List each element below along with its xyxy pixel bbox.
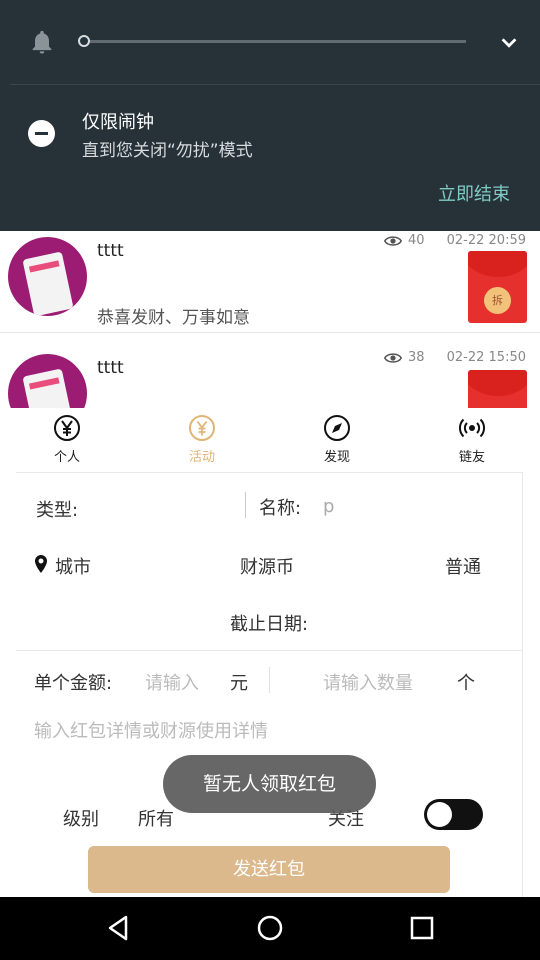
do-not-disturb-icon (28, 120, 55, 147)
feed-card[interactable]: tttt 40 02-22 20:59 恭喜发财、万事如意 拆 (0, 231, 540, 333)
notification-shade: 仅限闹钟 直到您关闭“勿扰”模式 立即结束 (0, 0, 540, 231)
post-message: 恭喜发财、万事如意 (97, 308, 250, 328)
tab-personal[interactable]: 个人 (27, 414, 107, 465)
toast-message: 暂无人领取红包 (163, 755, 376, 813)
dnd-title: 仅限闹钟 (82, 112, 154, 133)
post-time: 02-22 15:50 (446, 350, 526, 365)
broadcast-icon (459, 418, 485, 438)
send-red-packet-button[interactable]: 发送红包 (88, 846, 450, 893)
tab-activity[interactable]: 活动 (162, 414, 242, 465)
chevron-down-icon[interactable] (498, 32, 520, 54)
system-nav-bar (0, 897, 540, 960)
name-label: 名称: (259, 498, 302, 519)
user-name: tttt (97, 241, 124, 261)
type-label: 类型: (36, 500, 79, 521)
eye-icon (384, 235, 402, 246)
tab-label: 链友 (458, 450, 485, 465)
toggle-knob (427, 802, 452, 827)
name-input[interactable]: p (323, 496, 334, 517)
red-packet-icon[interactable]: 拆 (468, 251, 527, 323)
volume-slider-knob[interactable] (78, 35, 90, 47)
back-icon[interactable] (102, 912, 134, 944)
volume-slider-track[interactable] (84, 40, 466, 43)
detail-input[interactable]: 输入红包详情或财源使用详情 (34, 717, 268, 743)
yen-coin-icon (54, 415, 80, 441)
yen-circle-icon (189, 415, 215, 441)
amount-label: 单个金额: (34, 673, 113, 694)
city-selector[interactable]: 城市 (55, 553, 91, 579)
deadline-field[interactable]: 截止日期: (230, 610, 308, 636)
amount-input[interactable]: 请输入 (145, 669, 199, 695)
tab-bar: 个人 活动 发现 链友 (0, 408, 540, 473)
level-selector[interactable]: 所有 (138, 805, 174, 831)
tab-label: 发现 (323, 450, 350, 465)
view-count: 40 (384, 233, 425, 248)
count-unit: 个 (457, 673, 475, 694)
location-pin-icon (35, 555, 47, 573)
open-packet-seal: 拆 (484, 287, 511, 314)
user-name: tttt (97, 358, 124, 378)
follow-toggle[interactable] (424, 799, 483, 830)
count-input[interactable]: 请输入数量 (323, 669, 413, 695)
red-packet-panel: 个人 活动 发现 链友 类型: 名称: p 城市 财源币 普通 截止日期: 单个… (0, 408, 540, 897)
currency-selector[interactable]: 财源币 (240, 553, 294, 579)
view-count-value: 38 (408, 350, 425, 365)
view-count-value: 40 (408, 233, 425, 248)
home-icon[interactable] (254, 912, 286, 944)
mode-selector[interactable]: 普通 (445, 553, 481, 579)
amount-unit: 元 (230, 673, 248, 694)
view-count: 38 (384, 350, 425, 365)
post-time: 02-22 20:59 (446, 233, 526, 248)
level-label: 级别 (63, 809, 99, 830)
eye-icon (384, 352, 402, 363)
tab-label: 个人 (53, 450, 80, 465)
recents-icon[interactable] (406, 912, 438, 944)
shade-divider (10, 84, 540, 85)
tab-discover[interactable]: 发现 (297, 414, 377, 465)
tab-label: 活动 (188, 450, 215, 465)
avatar (8, 237, 87, 316)
end-now-button[interactable]: 立即结束 (438, 180, 510, 206)
dnd-subtitle: 直到您关闭“勿扰”模式 (82, 141, 253, 161)
tab-chain-friends[interactable]: 链友 (432, 414, 512, 465)
bell-icon (32, 30, 52, 54)
compass-icon (324, 415, 350, 441)
